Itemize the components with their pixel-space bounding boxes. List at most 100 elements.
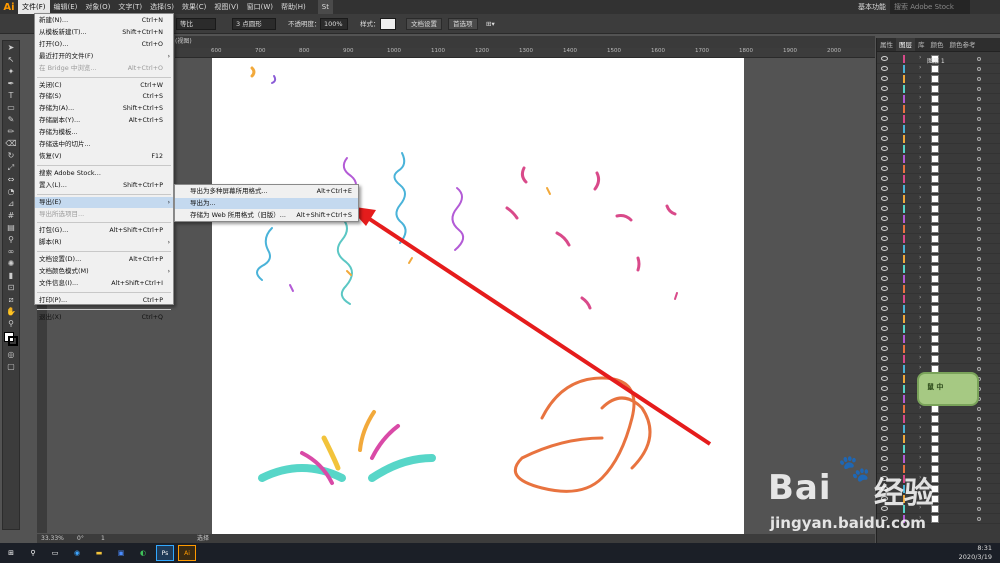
expand-arrow-icon[interactable]: › <box>919 324 921 331</box>
expand-arrow-icon[interactable]: › <box>919 304 921 311</box>
target-circle-icon[interactable] <box>977 87 981 91</box>
visibility-eye-icon[interactable] <box>881 416 888 421</box>
layer-row[interactable]: › <box>877 284 1000 294</box>
target-circle-icon[interactable] <box>977 337 981 341</box>
visibility-eye-icon[interactable] <box>881 286 888 291</box>
file-menu-item[interactable]: 脚本(R) › <box>35 237 173 248</box>
visibility-eye-icon[interactable] <box>881 406 888 411</box>
target-circle-icon[interactable] <box>977 287 981 291</box>
visibility-eye-icon[interactable] <box>881 276 888 281</box>
visibility-eye-icon[interactable] <box>881 176 888 181</box>
file-menu-item[interactable]: 打包(G)... Alt+Shift+Ctrl+P <box>35 225 173 236</box>
target-circle-icon[interactable] <box>977 247 981 251</box>
zoom-level[interactable]: 33.33% <box>41 534 64 543</box>
expand-arrow-icon[interactable]: › <box>919 84 921 91</box>
artboard-number[interactable]: 1 <box>101 534 105 543</box>
expand-arrow-icon[interactable]: › <box>919 274 921 281</box>
target-circle-icon[interactable] <box>977 67 981 71</box>
target-circle-icon[interactable] <box>977 277 981 281</box>
expand-arrow-icon[interactable]: › <box>919 64 921 71</box>
visibility-eye-icon[interactable] <box>881 316 888 321</box>
expand-arrow-icon[interactable]: › <box>919 184 921 191</box>
target-circle-icon[interactable] <box>977 147 981 151</box>
visibility-eye-icon[interactable] <box>881 366 888 371</box>
expand-arrow-icon[interactable]: › <box>919 194 921 201</box>
target-circle-icon[interactable] <box>977 267 981 271</box>
target-circle-icon[interactable] <box>977 307 981 311</box>
expand-arrow-icon[interactable]: › <box>919 344 921 351</box>
visibility-eye-icon[interactable] <box>881 146 888 151</box>
file-explorer-icon[interactable]: ▬ <box>90 545 108 561</box>
visibility-eye-icon[interactable] <box>881 96 888 101</box>
visibility-eye-icon[interactable] <box>881 376 888 381</box>
visibility-eye-icon[interactable] <box>881 166 888 171</box>
visibility-eye-icon[interactable] <box>881 76 888 81</box>
expand-arrow-icon[interactable]: › <box>919 254 921 261</box>
visibility-eye-icon[interactable] <box>881 256 888 261</box>
rotation-angle[interactable]: 0° <box>77 534 84 543</box>
target-circle-icon[interactable] <box>977 177 981 181</box>
export-menu-item[interactable]: 导出为... <box>175 198 358 209</box>
target-circle-icon[interactable] <box>977 417 981 421</box>
layer-row[interactable]: › <box>877 164 1000 174</box>
tab-color[interactable]: 颜色 <box>928 38 947 51</box>
layer-row[interactable]: › <box>877 154 1000 164</box>
expand-arrow-icon[interactable]: › <box>919 444 921 451</box>
visibility-eye-icon[interactable] <box>881 196 888 201</box>
tab-layers[interactable]: 图层 <box>896 38 915 51</box>
target-circle-icon[interactable] <box>977 427 981 431</box>
file-menu-item[interactable]: 最近打开的文件(F) › <box>35 51 173 62</box>
layer-row[interactable]: › <box>877 354 1000 364</box>
file-menu-item[interactable]: 文档设置(D)... Alt+Ctrl+P <box>35 254 173 265</box>
expand-arrow-icon[interactable]: › <box>919 134 921 141</box>
expand-arrow-icon[interactable]: › <box>919 434 921 441</box>
layer-row[interactable]: › <box>877 224 1000 234</box>
layer-row[interactable]: › <box>877 144 1000 154</box>
layer-row[interactable]: › <box>877 234 1000 244</box>
layer-row[interactable]: › <box>877 424 1000 434</box>
layer-row[interactable]: › <box>877 174 1000 184</box>
expand-arrow-icon[interactable]: › <box>919 204 921 211</box>
expand-arrow-icon[interactable]: › <box>919 314 921 321</box>
visibility-eye-icon[interactable] <box>881 86 888 91</box>
layer-row[interactable]: › <box>877 274 1000 284</box>
visibility-eye-icon[interactable] <box>881 236 888 241</box>
file-menu-item[interactable]: 存储副本(Y)... Alt+Ctrl+S <box>35 115 173 126</box>
file-menu-item[interactable]: 新建(N)... Ctrl+N <box>35 15 173 26</box>
visibility-eye-icon[interactable] <box>881 126 888 131</box>
visibility-eye-icon[interactable] <box>881 66 888 71</box>
expand-arrow-icon[interactable]: › <box>919 54 921 61</box>
visibility-eye-icon[interactable] <box>881 226 888 231</box>
layer-row[interactable]: › <box>877 84 1000 94</box>
expand-arrow-icon[interactable]: › <box>919 424 921 431</box>
layer-row[interactable]: › <box>877 324 1000 334</box>
visibility-eye-icon[interactable] <box>881 186 888 191</box>
search-icon[interactable]: ⚲ <box>24 545 42 561</box>
expand-arrow-icon[interactable]: › <box>919 364 921 371</box>
layer-row[interactable]: › <box>877 194 1000 204</box>
layer-row[interactable]: › <box>877 254 1000 264</box>
file-menu-item[interactable]: 从模板新建(T)... Shift+Ctrl+N <box>35 27 173 38</box>
file-menu-item[interactable]: 文件信息(I)... Alt+Shift+Ctrl+I <box>35 278 173 289</box>
export-menu-item[interactable]: 存储为 Web 所用格式（旧版）... Alt+Shift+Ctrl+S <box>175 210 358 221</box>
visibility-eye-icon[interactable] <box>881 106 888 111</box>
visibility-eye-icon[interactable] <box>881 336 888 341</box>
clock-date[interactable]: 2020/3/19 <box>959 553 992 562</box>
visibility-eye-icon[interactable] <box>881 326 888 331</box>
visibility-eye-icon[interactable] <box>881 296 888 301</box>
expand-arrow-icon[interactable]: › <box>919 284 921 291</box>
wechat-icon[interactable]: ◐ <box>134 545 152 561</box>
layer-row[interactable]: › <box>877 204 1000 214</box>
layer-row[interactable]: › <box>877 344 1000 354</box>
target-circle-icon[interactable] <box>977 297 981 301</box>
target-circle-icon[interactable] <box>977 407 981 411</box>
file-menu-item[interactable]: 关闭(C) Ctrl+W <box>35 80 173 91</box>
visibility-eye-icon[interactable] <box>881 426 888 431</box>
target-circle-icon[interactable] <box>977 317 981 321</box>
layer-row[interactable]: › <box>877 104 1000 114</box>
target-circle-icon[interactable] <box>977 437 981 441</box>
expand-arrow-icon[interactable]: › <box>919 114 921 121</box>
visibility-eye-icon[interactable] <box>881 356 888 361</box>
target-circle-icon[interactable] <box>977 127 981 131</box>
photoshop-icon[interactable]: Ps <box>156 545 174 561</box>
